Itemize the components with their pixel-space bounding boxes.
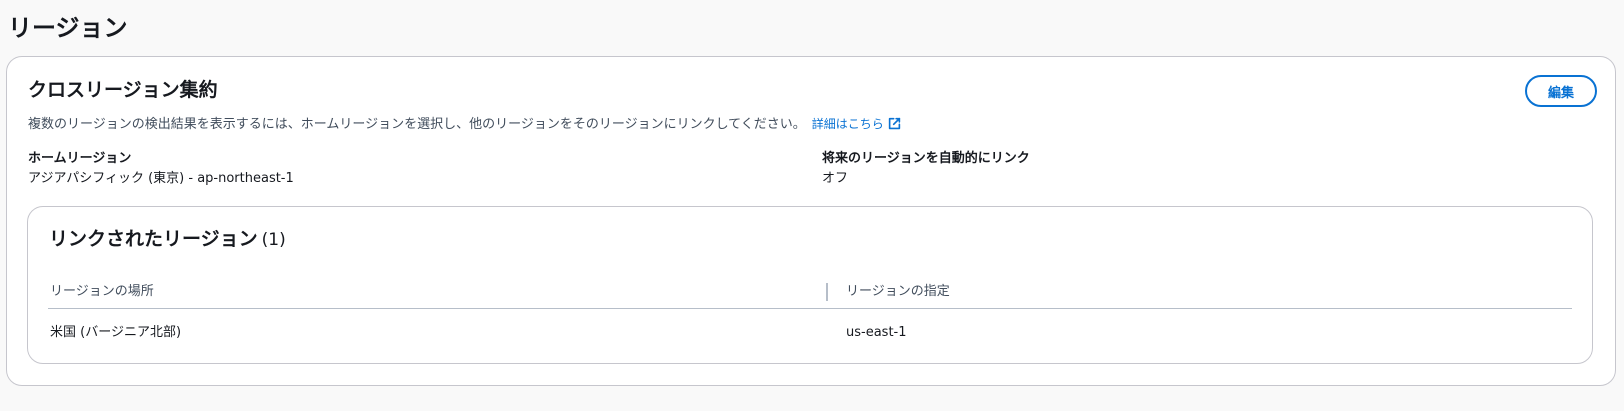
region-location-cell: 米国 (バージニア北部)	[50, 325, 182, 340]
linked-regions-table: リージョンの場所 リージョンの指定 米国 (バージニア北部) us-east-1	[48, 273, 1572, 356]
home-region-value: アジアパシフィック (東京) - ap-northeast-1	[28, 171, 294, 186]
auto-link-field: 将来のリージョンを自動的にリンク オフ	[822, 150, 1030, 188]
linked-regions-count: (1)	[261, 230, 286, 250]
linked-regions-panel: リンクされたリージョン (1) リージョンの場所 リージョンの指定 米国 (バージ…	[27, 206, 1593, 364]
edit-button[interactable]: 編集	[1525, 75, 1597, 107]
learn-more-label: 詳細はこちら	[811, 117, 884, 131]
auto-link-label: 将来のリージョンを自動的にリンク	[822, 151, 1030, 166]
cross-region-aggregation-panel: クロスリージョン集約 編集 複数のリージョンの検出結果を表示するには、ホームリー…	[6, 56, 1616, 386]
section-title: クロスリージョン集約	[28, 79, 218, 101]
page-title: リージョン	[8, 14, 128, 42]
auto-link-value: オフ	[822, 171, 849, 186]
column-header-designation[interactable]: リージョンの指定	[846, 283, 950, 301]
section-description: 複数のリージョンの検出結果を表示するには、ホームリージョンを選択し、他のリージョ…	[28, 115, 901, 135]
home-region-label: ホームリージョン	[28, 151, 132, 166]
table-header: リージョンの場所 リージョンの指定	[48, 273, 1572, 309]
external-link-icon	[888, 117, 901, 135]
linked-regions-title-text: リンクされたリージョン	[49, 228, 258, 250]
description-text: 複数のリージョンの検出結果を表示するには、ホームリージョンを選択し、他のリージョ…	[28, 117, 806, 132]
column-resize-handle[interactable]	[826, 283, 828, 301]
table-row: 米国 (バージニア北部) us-east-1	[48, 309, 1572, 356]
region-designation-cell: us-east-1	[846, 325, 907, 340]
linked-regions-title: リンクされたリージョン (1)	[49, 226, 286, 253]
home-region-field: ホームリージョン アジアパシフィック (東京) - ap-northeast-1	[28, 150, 294, 188]
column-header-location[interactable]: リージョンの場所	[50, 283, 154, 301]
learn-more-link[interactable]: 詳細はこちら	[812, 117, 901, 131]
